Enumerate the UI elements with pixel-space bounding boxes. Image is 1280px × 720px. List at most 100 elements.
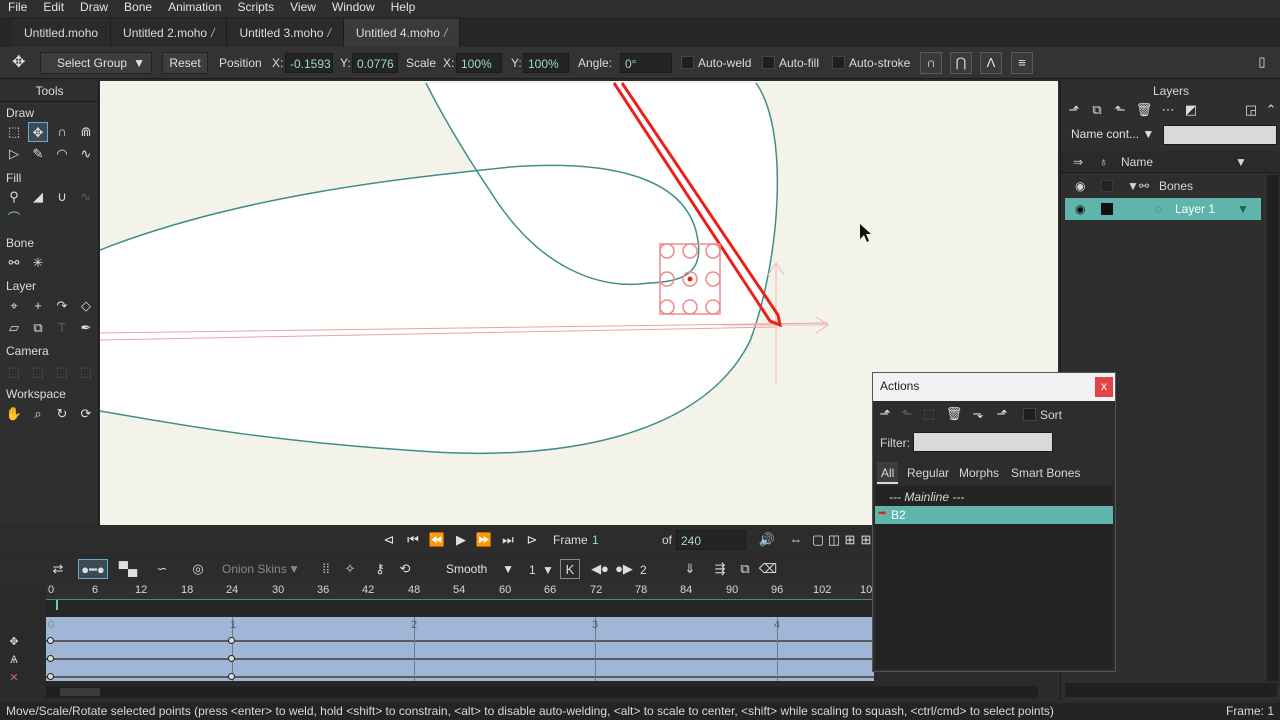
orbit-icon[interactable]: ⟳ xyxy=(76,404,96,424)
chevron-down-icon[interactable]: ▼ xyxy=(542,560,554,580)
key-icon[interactable]: ⚷ xyxy=(370,559,390,579)
bone-bind-icon[interactable]: ⚯ xyxy=(4,253,24,273)
chevron-up-icon[interactable]: ⌃ xyxy=(1261,100,1280,120)
more-icon[interactable]: ⋯ xyxy=(1158,100,1178,120)
menu-draw[interactable]: Draw xyxy=(72,0,116,17)
curve-mode-icon[interactable]: ∩ xyxy=(920,52,942,74)
layer-row-bones[interactable]: ◉ ▼ ⚯ Bones xyxy=(1065,175,1261,197)
insert-key-icon[interactable]: ⇓ xyxy=(680,559,700,579)
shift-keys-icon[interactable]: ⇶ xyxy=(710,559,730,579)
timeline-hscrollbar[interactable] xyxy=(46,686,1038,698)
menu-help[interactable]: Help xyxy=(383,0,424,17)
position-y-field[interactable]: 0.0776 xyxy=(352,53,398,73)
bone-key-icon[interactable]: ✧ xyxy=(340,559,360,579)
keyframe-k-icon[interactable]: K xyxy=(560,559,580,579)
freehand-icon[interactable]: ✎ xyxy=(28,144,48,164)
menu-view[interactable]: View xyxy=(282,0,324,17)
tab-untitled[interactable]: Untitled.moho xyxy=(12,19,112,47)
layers-hscrollbar[interactable] xyxy=(1065,683,1277,697)
rotate-layer-icon[interactable]: ↷ xyxy=(52,296,72,316)
fast-forward-icon[interactable]: ⏩ xyxy=(474,530,494,550)
color-swatch[interactable] xyxy=(1101,203,1113,215)
fit-icon[interactable]: ⇔ xyxy=(786,530,806,550)
keyframe[interactable] xyxy=(47,673,54,680)
camera-zoom-icon[interactable]: ⬚ xyxy=(28,362,48,382)
bone-physics-icon[interactable]: ✳ xyxy=(28,253,48,273)
timeline-scroll-thumb[interactable] xyxy=(60,688,100,696)
add-point-icon[interactable]: ∩ xyxy=(52,122,72,142)
volume-icon[interactable]: 🔊 xyxy=(757,530,777,550)
menu-scripts[interactable]: Scripts xyxy=(229,0,282,17)
collapse-panel-icon[interactable]: ◲ xyxy=(1241,100,1261,120)
hide-edge-icon[interactable]: ∪ xyxy=(52,187,72,207)
paint-bucket-icon[interactable]: ⚲ xyxy=(4,187,24,207)
insert-action-icon[interactable]: ⬚ xyxy=(919,404,939,424)
ease-count-field[interactable]: 2 xyxy=(640,560,647,580)
tab-regular[interactable]: Regular xyxy=(907,462,949,484)
curvature-icon[interactable]: ⋒ xyxy=(76,122,96,142)
eye-icon[interactable]: ◉ xyxy=(1075,202,1085,216)
onion-skins-dropdown[interactable]: Onion Skins ▼ xyxy=(214,560,304,580)
dots-grid-icon[interactable]: ⁞⁞ xyxy=(316,559,336,579)
delete-layer-icon[interactable]: 🗑 xyxy=(1134,100,1154,120)
tab-all[interactable]: All xyxy=(877,462,899,484)
rotate-workspace-icon[interactable]: ↻ xyxy=(52,404,72,424)
ease-out-icon[interactable]: ●▶ xyxy=(614,559,634,579)
total-frames-field[interactable]: 240 xyxy=(676,530,746,550)
select-points-icon[interactable]: ⬚ xyxy=(4,122,24,142)
stroke-exposure-icon[interactable]: ∿ xyxy=(76,187,96,207)
camera-track-icon[interactable]: ⬚ xyxy=(4,362,24,382)
actions-titlebar[interactable]: Actions x xyxy=(873,373,1115,401)
layer-row-layer-1[interactable]: ◉ ◌ Layer 1 ▼ xyxy=(1065,198,1261,220)
switch-layer-icon[interactable]: ▱ xyxy=(4,318,24,338)
peak-mode-icon[interactable]: ⋂ xyxy=(950,52,972,74)
layer-search-input[interactable] xyxy=(1163,125,1277,145)
transform-points-icon[interactable]: ✥ xyxy=(28,122,48,142)
keyframe[interactable] xyxy=(228,673,235,680)
step-keys-icon[interactable]: ▀▄ xyxy=(115,559,141,579)
keyframe[interactable] xyxy=(47,655,54,662)
keyframe[interactable] xyxy=(47,637,54,644)
zoom-icon[interactable]: ⌕ xyxy=(28,404,48,424)
menu-file[interactable]: File xyxy=(0,0,35,17)
color-swatch[interactable] xyxy=(1101,180,1113,192)
copy-keys-icon[interactable]: ⧉ xyxy=(735,559,755,579)
smooth-keys-icon[interactable]: ●━● xyxy=(78,559,108,579)
channel-toggle-icon[interactable]: ⇄ xyxy=(48,559,68,579)
noise-icon[interactable]: ∿ xyxy=(76,144,96,164)
import-action-icon[interactable]: ⬎ xyxy=(968,404,988,424)
onion-toggle-icon[interactable]: ◎ xyxy=(188,559,208,579)
flip-mode-icon[interactable]: ≡ xyxy=(1011,52,1033,74)
frame-field[interactable]: 1 xyxy=(588,530,654,550)
loop-end-icon[interactable]: ⊳ xyxy=(522,530,542,550)
chevron-down-icon[interactable]: ▼ xyxy=(1235,155,1247,169)
name-column-header[interactable]: Name xyxy=(1121,155,1153,169)
mainline-item[interactable]: --- Mainline --- xyxy=(889,490,964,504)
export-action-icon[interactable]: ⬏ xyxy=(992,404,1012,424)
cycle-icon[interactable]: ⟲ xyxy=(395,559,415,579)
sharp-mode-icon[interactable]: Λ xyxy=(980,52,1002,74)
camera-pan-icon[interactable]: ⬚ xyxy=(76,362,96,382)
tab-untitled-3[interactable]: Untitled 3.moho / xyxy=(227,19,344,47)
scale-y-field[interactable]: 100% xyxy=(523,53,569,73)
playhead[interactable] xyxy=(56,600,58,610)
menu-animation[interactable]: Animation xyxy=(160,0,229,17)
hand-icon[interactable]: ✋ xyxy=(4,404,24,424)
move-channel-icon[interactable]: ✥ xyxy=(4,632,24,652)
curve-keys-icon[interactable]: ∽ xyxy=(148,559,176,579)
tab-smart-bones[interactable]: Smart Bones xyxy=(1011,462,1080,484)
curve-profile-icon[interactable]: ⌒ xyxy=(4,209,24,229)
camera-roll-icon[interactable]: ⬚ xyxy=(52,362,72,382)
menu-bone[interactable]: Bone xyxy=(116,0,160,17)
action-filter-input[interactable] xyxy=(913,432,1053,452)
sort-checkbox[interactable] xyxy=(1023,408,1036,421)
auto-fill-checkbox[interactable] xyxy=(762,56,775,69)
timeline-tracks[interactable]: 0 1 2 3 4 xyxy=(46,600,874,685)
keyframe[interactable] xyxy=(228,655,235,662)
last-frame-icon[interactable]: ⏭ xyxy=(498,530,518,550)
ease-in-icon[interactable]: ◀● xyxy=(590,559,610,579)
reset-button[interactable]: Reset xyxy=(162,52,208,74)
copy-layer-icon[interactable]: ⧉ xyxy=(1087,100,1107,120)
duplicate-action-icon[interactable]: ⬑ xyxy=(897,404,917,424)
scale-x-field[interactable]: 100% xyxy=(456,53,502,73)
